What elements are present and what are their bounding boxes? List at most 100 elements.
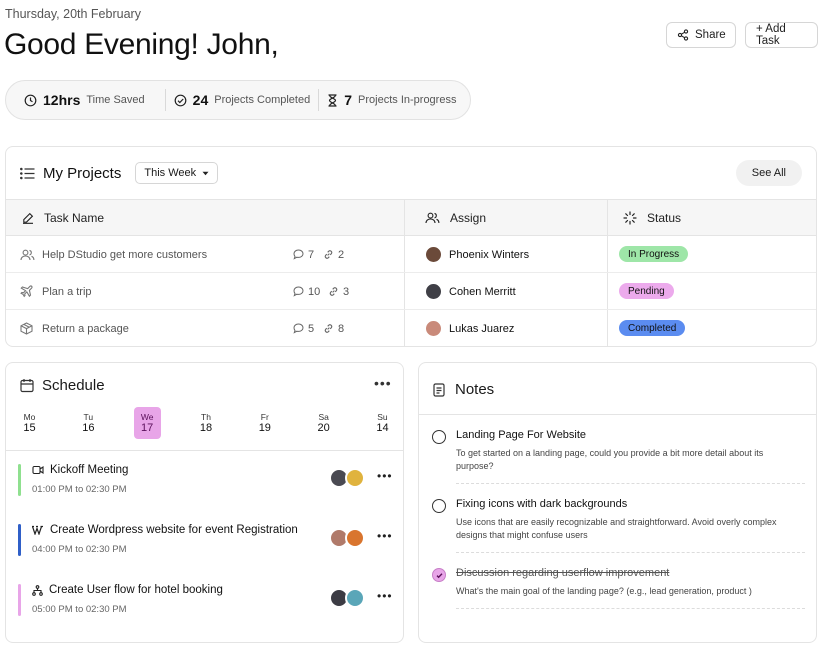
plane-icon xyxy=(20,273,33,310)
stat-label: Projects In-progress xyxy=(358,94,457,106)
schedule-card: Schedule ••• Mo 15 Tu 16 We 17 Th 18 Fr 19 Sa… xyxy=(5,362,404,643)
loader-icon xyxy=(623,211,637,225)
link-icon xyxy=(323,249,334,260)
week-filter-dropdown[interactable]: This Week xyxy=(135,162,219,184)
notes-header: Notes xyxy=(433,381,494,398)
caret-down-icon xyxy=(202,171,209,176)
link-count-value: 2 xyxy=(338,248,345,261)
table-body: Help DStudio get more customers 7 2 Phoe… xyxy=(6,236,816,346)
table-header: Task Name Assign Status xyxy=(6,199,816,236)
comment-icon xyxy=(293,249,304,260)
more-options-icon[interactable]: ••• xyxy=(377,469,393,483)
comment-count-value: 10 xyxy=(308,285,321,298)
column-task-name[interactable]: Task Name xyxy=(22,200,104,236)
calendar-icon xyxy=(20,378,34,393)
day-name: Su xyxy=(377,412,388,422)
note-title: Fixing icons with dark backgrounds xyxy=(456,498,628,510)
schedule-event[interactable]: Create Wordpress website for event Regis… xyxy=(18,524,398,558)
week-day-picker: Mo 15 Tu 16 We 17 Th 18 Fr 19 Sa 20 Su 14 xyxy=(16,407,396,441)
day-sa[interactable]: Sa 20 xyxy=(310,407,337,439)
note-checkbox[interactable] xyxy=(432,430,446,444)
task-name: Plan a trip xyxy=(42,285,92,298)
comment-icon xyxy=(293,323,304,334)
table-row[interactable]: Plan a trip 10 3 Cohen Merritt Pending xyxy=(6,273,816,310)
schedule-event[interactable]: Create User flow for hotel booking 05:00… xyxy=(18,584,398,618)
note-checkbox-checked[interactable] xyxy=(432,568,446,582)
more-options-icon[interactable]: ••• xyxy=(374,375,392,391)
avatar xyxy=(426,247,441,262)
divider xyxy=(6,450,403,451)
note-checkbox[interactable] xyxy=(432,499,446,513)
current-date: Thursday, 20th February xyxy=(5,7,141,21)
stat-projects-in-progress: 7 Projects In-progress xyxy=(327,92,456,108)
day-tu[interactable]: Tu 16 xyxy=(75,407,102,439)
comment-icon xyxy=(293,286,304,297)
note-body: What's the main goal of the landing page… xyxy=(456,586,752,596)
day-name: Tu xyxy=(83,412,94,422)
see-all-button[interactable]: See All xyxy=(735,160,802,186)
day-number: 18 xyxy=(199,422,213,434)
table-row[interactable]: Return a package 5 8 Lukas Juarez Comple… xyxy=(6,310,816,346)
week-filter-value: This Week xyxy=(144,167,197,179)
stat-time-saved: 12hrs Time Saved xyxy=(24,92,145,108)
day-we-selected[interactable]: We 17 xyxy=(133,407,161,439)
pen-icon xyxy=(22,212,34,224)
column-assign[interactable]: Assign xyxy=(425,200,486,236)
stat-projects-completed: 24 Projects Completed xyxy=(174,92,311,108)
event-title: Create User flow for hotel booking xyxy=(49,584,223,596)
event-title: Create Wordpress website for event Regis… xyxy=(50,524,298,536)
table-row[interactable]: Help DStudio get more customers 7 2 Phoe… xyxy=(6,236,816,273)
hourglass-icon xyxy=(327,93,338,107)
day-number: 20 xyxy=(317,422,330,434)
schedule-header: Schedule xyxy=(20,377,105,394)
event-color-bar xyxy=(18,524,21,556)
users-icon xyxy=(425,212,440,224)
comment-count-value: 7 xyxy=(308,248,315,261)
note-body: To get started on a landing page, could … xyxy=(456,448,764,471)
day-fr[interactable]: Fr 19 xyxy=(251,407,278,439)
day-name: Th xyxy=(201,412,211,422)
video-icon xyxy=(32,465,44,475)
status-badge: Pending xyxy=(619,283,674,299)
assignee[interactable]: Lukas Juarez xyxy=(426,310,515,346)
status-badge: In Progress xyxy=(619,246,689,262)
event-color-bar xyxy=(18,464,21,496)
more-options-icon[interactable]: ••• xyxy=(377,589,393,603)
event-title-row: Kickoff Meeting xyxy=(32,464,128,476)
day-mo[interactable]: Mo 15 xyxy=(16,407,43,439)
day-th[interactable]: Th 18 xyxy=(192,407,219,439)
note-title: Discussion regarding userflow improvemen… xyxy=(456,567,670,579)
column-status[interactable]: Status xyxy=(623,200,681,236)
link-count: 8 xyxy=(323,310,344,346)
status-label: In Progress xyxy=(628,248,680,260)
add-task-label: + Add Task xyxy=(756,23,786,47)
event-color-bar xyxy=(18,584,21,616)
status-label: Completed xyxy=(628,322,677,334)
notes-card: Notes Landing Page For Website To get st… xyxy=(418,362,817,643)
status-label: Pending xyxy=(628,285,665,297)
comment-count: 7 xyxy=(293,236,314,273)
task-name: Return a package xyxy=(42,322,129,335)
note-body: Use icons that are easily recognizable a… xyxy=(456,517,777,540)
schedule-event[interactable]: Kickoff Meeting 01:00 PM to 02:30 PM ••• xyxy=(18,464,398,498)
more-options-icon[interactable]: ••• xyxy=(377,529,393,543)
day-number: 14 xyxy=(376,422,389,434)
assignee-name: Lukas Juarez xyxy=(449,322,515,335)
column-label: Assign xyxy=(450,211,487,225)
package-icon xyxy=(20,310,33,346)
event-attendees xyxy=(329,588,365,608)
flow-icon xyxy=(32,584,43,596)
greeting-title: Good Evening! John, xyxy=(4,28,279,61)
link-icon xyxy=(323,323,334,334)
assignee[interactable]: Cohen Merritt xyxy=(426,273,516,310)
status-badge: Completed xyxy=(619,320,686,336)
stat-label: Projects Completed xyxy=(214,94,311,106)
add-task-button[interactable]: + Add Task xyxy=(745,22,818,48)
check-circle-icon xyxy=(174,94,187,107)
note-title: Landing Page For Website xyxy=(456,429,587,441)
stat-value: 24 xyxy=(192,92,209,108)
share-button[interactable]: Share xyxy=(666,22,736,48)
projects-header: My Projects This Week See All xyxy=(6,147,816,199)
assignee[interactable]: Phoenix Winters xyxy=(426,236,529,273)
day-su[interactable]: Su 14 xyxy=(369,407,396,439)
